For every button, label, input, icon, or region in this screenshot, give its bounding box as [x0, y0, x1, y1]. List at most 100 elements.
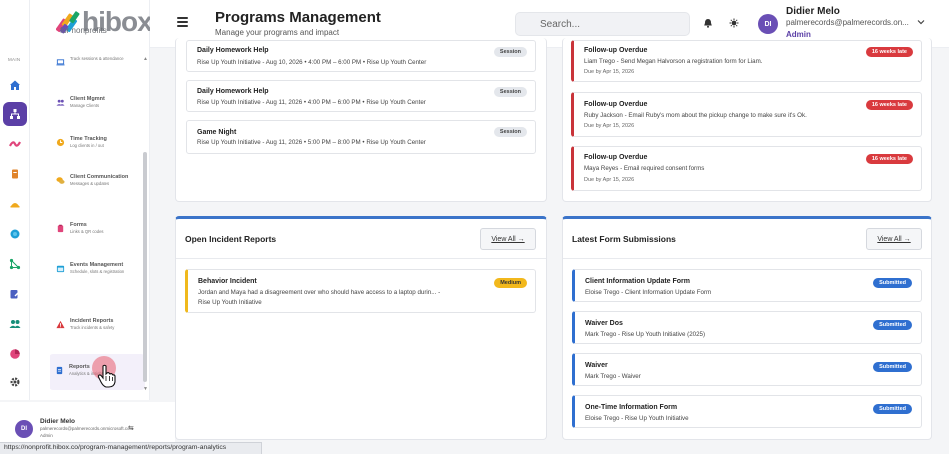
logout-icon[interactable]: ⇆ [128, 424, 134, 432]
incident-card[interactable]: Behavior Incident Jordan and Maya had a … [185, 269, 536, 313]
sidebar-item-desc: Schedule, slots & registration [70, 269, 125, 274]
clock-icon [56, 138, 64, 147]
clipboard-icon [57, 224, 63, 233]
scroll-down-arrow-icon[interactable]: ▼ [143, 386, 148, 392]
header-user-email: palmerecords@palmerecords.on... [786, 18, 909, 27]
link-preview-status-bar: https://nonprofit.hibox.co/program-manag… [0, 442, 262, 454]
form-title: Waiver [585, 362, 608, 369]
sidebar-item-client-communication[interactable]: Client Communication Messages & updates [50, 174, 170, 187]
form-details: Eloise Trego - Rise Up Youth Initiative [585, 415, 689, 422]
session-title: Game Night [197, 129, 237, 136]
sidebar-item-incident-reports[interactable]: Incident Reports Track incidents & safety [50, 318, 170, 331]
clock-icon [10, 203, 20, 208]
followup-card[interactable]: Follow-up Overdue Ruby Jackson - Email R… [571, 92, 922, 137]
incident-description: Jordan and Maya had a disagreement over … [198, 289, 441, 296]
form-submission-card[interactable]: Client Information Update Form Eloise Tr… [572, 269, 922, 302]
sidebar-item-client-mgmnt[interactable]: Client Mgmnt Manage Clients [50, 96, 170, 109]
menu-toggle-icon[interactable] [177, 17, 188, 27]
divider [176, 258, 546, 259]
sidebar-item-desc: Manage Clients [70, 103, 100, 108]
form-details: Mark Trego - Rise Up Youth Initiative (2… [585, 331, 706, 338]
followup-card[interactable]: Follow-up Overdue Maya Reyes - Email req… [571, 146, 922, 191]
scroll-up-arrow-icon[interactable]: ▲ [143, 56, 148, 62]
rail-time-button[interactable] [3, 192, 27, 216]
rail-users-button[interactable] [3, 312, 27, 336]
incident-program: Rise Up Youth Initiative [198, 299, 262, 306]
sidebar-user-name: Didier Melo [40, 418, 76, 425]
logo-tagline: for nonprofits [60, 26, 107, 35]
form-title: Waiver Dos [585, 320, 623, 327]
report-icon [56, 366, 62, 375]
form-submission-card[interactable]: Waiver Mark Trego - Waiver Submitted [572, 353, 922, 386]
form-submission-card[interactable]: One-Time Information Form Eloise Trego -… [572, 395, 922, 428]
followup-card[interactable]: Follow-up Overdue Liam Trego - Send Mega… [571, 40, 922, 82]
session-details: Rise Up Youth Initiative - Aug 11, 2026 … [197, 99, 426, 106]
session-card[interactable]: Daily Homework Help Rise Up Youth Initia… [186, 40, 536, 72]
rail-documents-button[interactable] [3, 162, 27, 186]
sidebar-scroll-thumb[interactable] [143, 152, 147, 382]
submitted-badge: Submitted [873, 320, 912, 330]
sidebar-item-title: Events Management [70, 262, 124, 268]
sun-icon[interactable] [729, 18, 739, 28]
rail-edit-button[interactable] [3, 282, 27, 306]
followup-due-date: Due by Apr 15, 2026 [584, 123, 635, 129]
submitted-badge: Submitted [873, 278, 912, 288]
sidebar-item-title: Time Tracking [70, 136, 107, 142]
page-subtitle: Manage your programs and impact [215, 28, 340, 37]
home-icon [10, 80, 20, 90]
hand-pointer-icon [97, 364, 116, 388]
session-card[interactable]: Daily Homework Help Rise Up Youth Initia… [186, 80, 536, 112]
chevron-down-icon[interactable] [917, 19, 925, 25]
incident-title: Behavior Incident [198, 278, 257, 285]
session-badge: Session [493, 87, 527, 97]
rail-programs-button[interactable] [3, 102, 27, 126]
rail-activity-button[interactable] [3, 132, 27, 156]
followup-details: Liam Trego - Send Megan Halvorson a regi… [584, 58, 763, 65]
rail-circle-button[interactable] [3, 222, 27, 246]
bell-icon[interactable] [703, 18, 713, 28]
rail-home-button[interactable] [3, 73, 27, 97]
sidebar-item-time-tracking[interactable]: Time Tracking Log clients in / out [50, 136, 170, 149]
avatar[interactable]: DI [758, 14, 778, 34]
sidebar-item-title: Incident Reports [70, 318, 114, 324]
rail-analytics-button[interactable] [3, 342, 27, 366]
secondary-sidebar: hibox for nonprofits Track sessions & at… [30, 0, 153, 400]
submitted-badge: Submitted [873, 362, 912, 372]
late-badge: 16 weeks late [865, 100, 913, 110]
sidebar-item-events-management[interactable]: Events Management Schedule, slots & regis… [50, 262, 170, 275]
sidebar-item-desc: Messages & updates [70, 181, 110, 186]
incidents-view-all-button[interactable]: View All → [480, 228, 536, 250]
sidebar-user-role: Admin [40, 433, 53, 438]
followup-due-date: Due by Apr 15, 2026 [584, 69, 635, 75]
search-input[interactable] [515, 12, 690, 36]
users-icon [55, 99, 65, 106]
view-all-label: View All → [491, 235, 525, 243]
rail-network-button[interactable] [3, 252, 27, 276]
form-details: Eloise Trego - Client Information Update… [585, 289, 712, 296]
severity-badge: Medium [494, 278, 527, 288]
network-icon [9, 258, 21, 270]
sidebar-item-desc: Log clients in / out [70, 143, 104, 148]
sidebar-item-title: Forms [70, 222, 87, 228]
edit-icon [10, 290, 20, 299]
session-badge: Session [493, 127, 527, 137]
form-submission-card[interactable]: Waiver Dos Mark Trego - Rise Up Youth In… [572, 311, 922, 344]
header-user-name: Didier Melo [786, 6, 840, 17]
late-badge: 16 weeks late [865, 47, 913, 57]
sidebar-scrollbar[interactable]: ▲ ▼ [143, 56, 148, 392]
incident-reports-title: Open Incident Reports [185, 234, 277, 244]
followup-title: Follow-up Overdue [584, 101, 648, 108]
page-title: Programs Management [215, 9, 381, 26]
sidebar-user-email: palmerecords@palmerecords.onmicrosoft.co… [40, 426, 134, 431]
form-details: Mark Trego - Waiver [585, 373, 641, 380]
avatar[interactable]: DI [15, 420, 33, 438]
sidebar-item-sessions[interactable]: Track sessions & attendance [50, 56, 170, 67]
sidebar-item-forms[interactable]: Forms Links & QR codes [50, 222, 170, 235]
followup-title: Follow-up Overdue [584, 47, 648, 54]
session-title: Daily Homework Help [197, 47, 269, 54]
wave-icon [9, 141, 21, 147]
forms-view-all-button[interactable]: View All → [866, 228, 922, 250]
session-card[interactable]: Game Night Rise Up Youth Initiative - Au… [186, 120, 536, 154]
sidebar-item-desc: Track incidents & safety [70, 325, 115, 330]
rail-settings-button[interactable] [3, 370, 27, 394]
